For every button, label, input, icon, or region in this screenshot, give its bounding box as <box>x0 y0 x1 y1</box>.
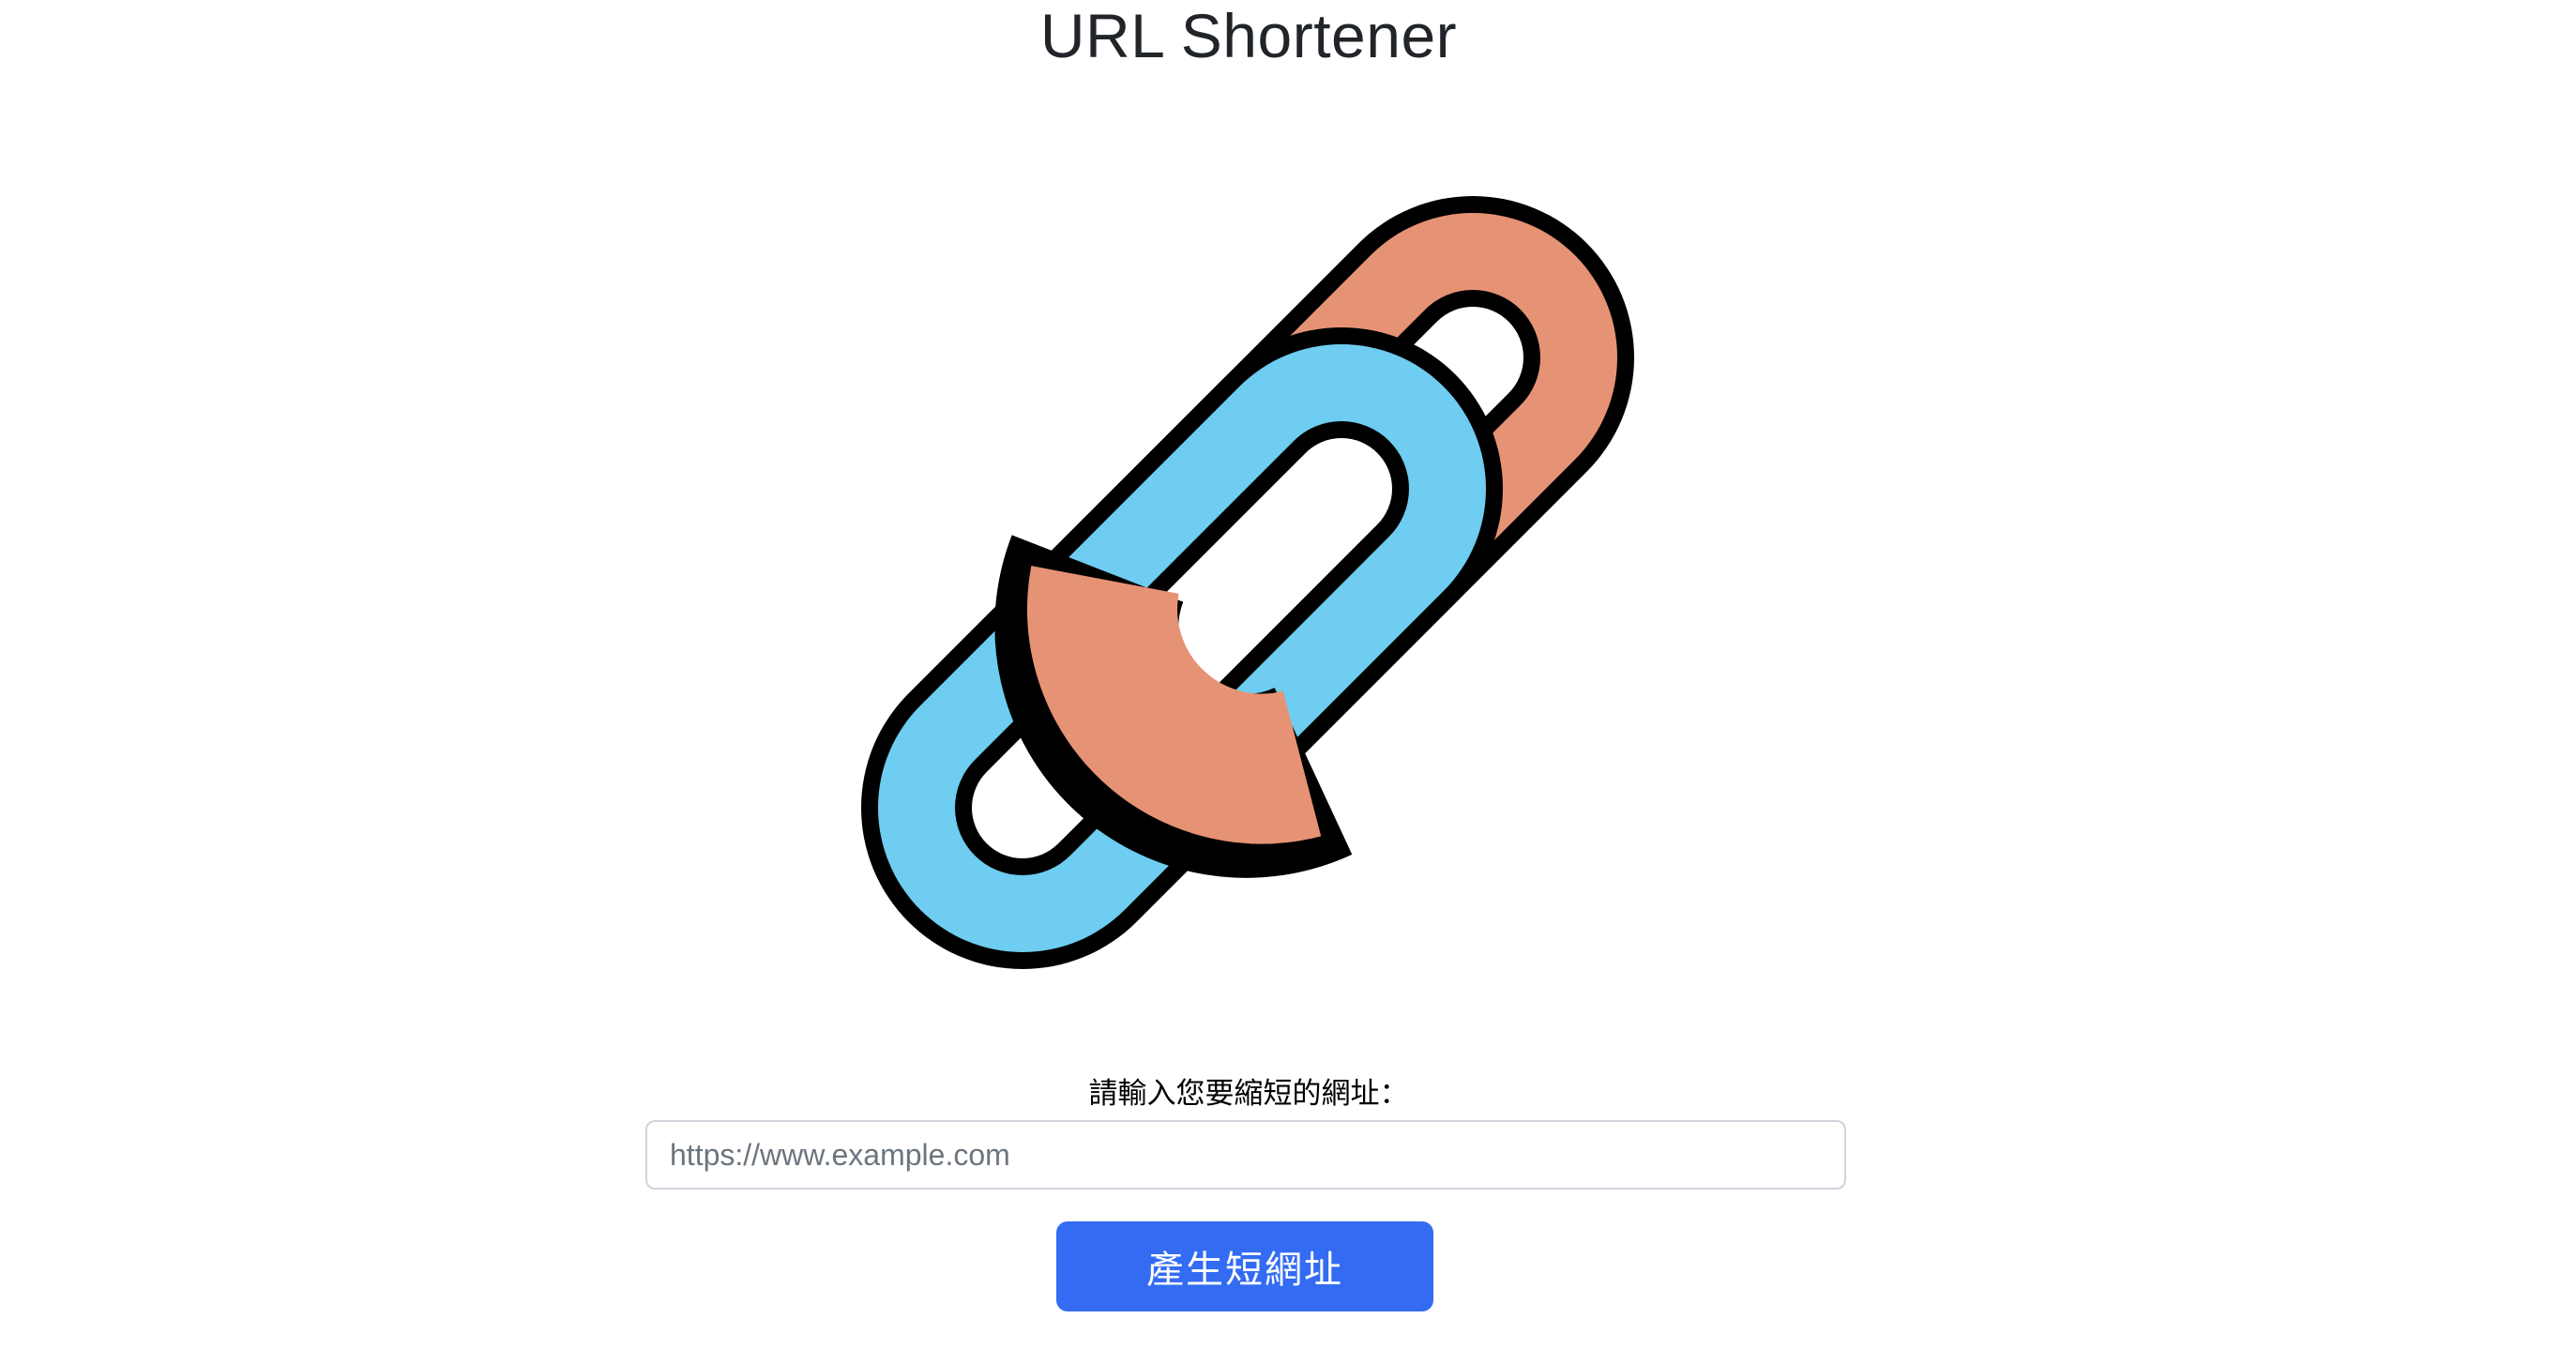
page-title: URL Shortener <box>1039 1 1458 70</box>
chain-link-icon <box>861 196 1634 969</box>
shorten-url-button[interactable]: 產生短網址 <box>1056 1221 1433 1311</box>
page: URL Shortener 請輸入您要縮短的網址： 產生短網址 <box>0 0 2576 1364</box>
url-prompt-label: 請輸入您要縮短的網址： <box>1088 1077 1409 1111</box>
url-input[interactable] <box>645 1120 1846 1190</box>
